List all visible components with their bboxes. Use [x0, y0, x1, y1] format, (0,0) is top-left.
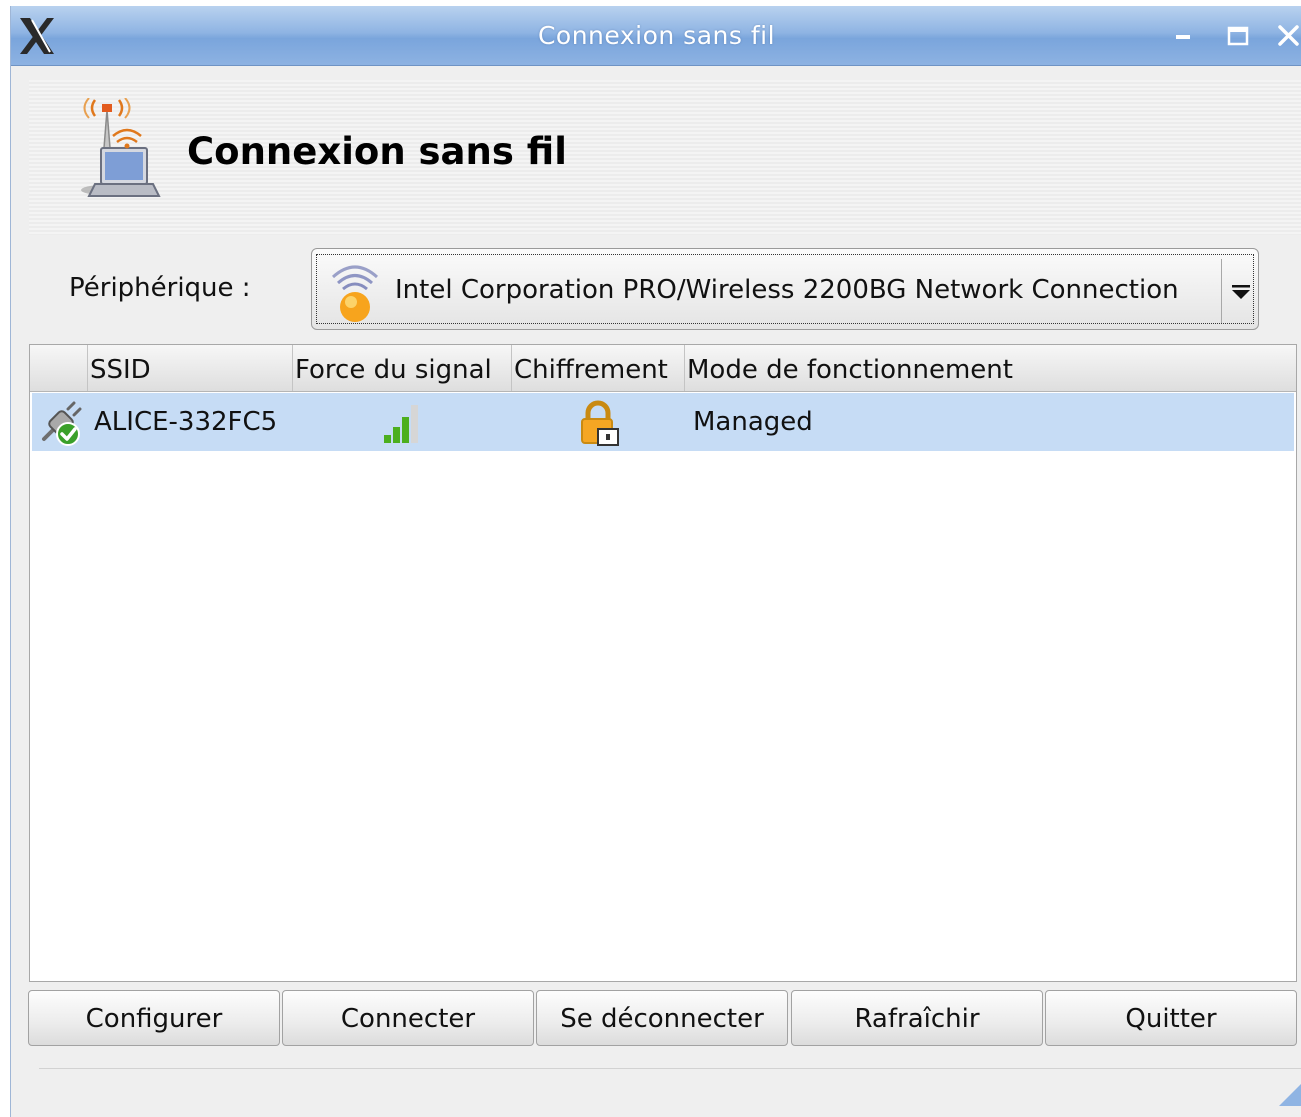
page-title: Connexion sans fil	[187, 130, 567, 173]
configure-button[interactable]: Configurer	[28, 990, 280, 1046]
signal-bar-4	[411, 405, 418, 443]
table-row[interactable]: ALICE-332FC5 Managed	[32, 393, 1294, 451]
padlock-icon	[581, 400, 619, 446]
combo-separator	[1221, 259, 1222, 323]
header-banner: Connexion sans fil	[29, 80, 1301, 235]
wifi-device-icon	[331, 265, 379, 322]
signal-bar-3	[402, 417, 409, 443]
wireless-laptop-icon	[81, 98, 161, 197]
device-select-value: Intel Corporation PRO/Wireless 2200BG Ne…	[395, 275, 1179, 305]
title-bar[interactable]: Connexion sans fil	[11, 6, 1301, 66]
close-icon[interactable]	[1275, 22, 1301, 50]
connect-button[interactable]: Connecter	[282, 990, 534, 1046]
device-select[interactable]: Intel Corporation PRO/Wireless 2200BG Ne…	[311, 248, 1259, 330]
column-header-ssid[interactable]: SSID	[88, 345, 293, 391]
window-title: Connexion sans fil	[537, 21, 776, 50]
column-header-encryption[interactable]: Chiffrement	[512, 345, 685, 391]
connected-plug-icon	[42, 401, 82, 446]
minimize-icon[interactable]	[1171, 22, 1199, 50]
quit-button[interactable]: Quitter	[1045, 990, 1297, 1046]
signal-bar-2	[393, 427, 400, 443]
refresh-button[interactable]: Rafraîchir	[791, 990, 1043, 1046]
mode-cell: Managed	[693, 407, 813, 437]
app-window: Connexion sans fil Connexion sans fil Pé…	[10, 6, 1301, 1117]
maximize-icon[interactable]	[1225, 22, 1253, 50]
status-separator	[39, 1068, 1301, 1069]
ssid-cell: ALICE-332FC5	[94, 407, 278, 437]
chevron-down-icon[interactable]	[1229, 279, 1253, 303]
signal-bar-1	[384, 435, 391, 443]
disconnect-button[interactable]: Se déconnecter	[536, 990, 788, 1046]
list-header: SSID Force du signal Chiffrement Mode de…	[30, 345, 1296, 392]
device-label: Périphérique :	[69, 273, 251, 303]
column-header-mode[interactable]: Mode de fonctionnement	[685, 345, 1296, 391]
resize-grip-icon[interactable]	[1277, 1074, 1301, 1106]
column-header-signal[interactable]: Force du signal	[293, 345, 512, 391]
column-header-status[interactable]	[30, 345, 88, 391]
signal-strength-icon	[384, 405, 418, 443]
device-select-focus: Intel Corporation PRO/Wireless 2200BG Ne…	[316, 254, 1254, 324]
network-list[interactable]: SSID Force du signal Chiffrement Mode de…	[29, 344, 1297, 982]
